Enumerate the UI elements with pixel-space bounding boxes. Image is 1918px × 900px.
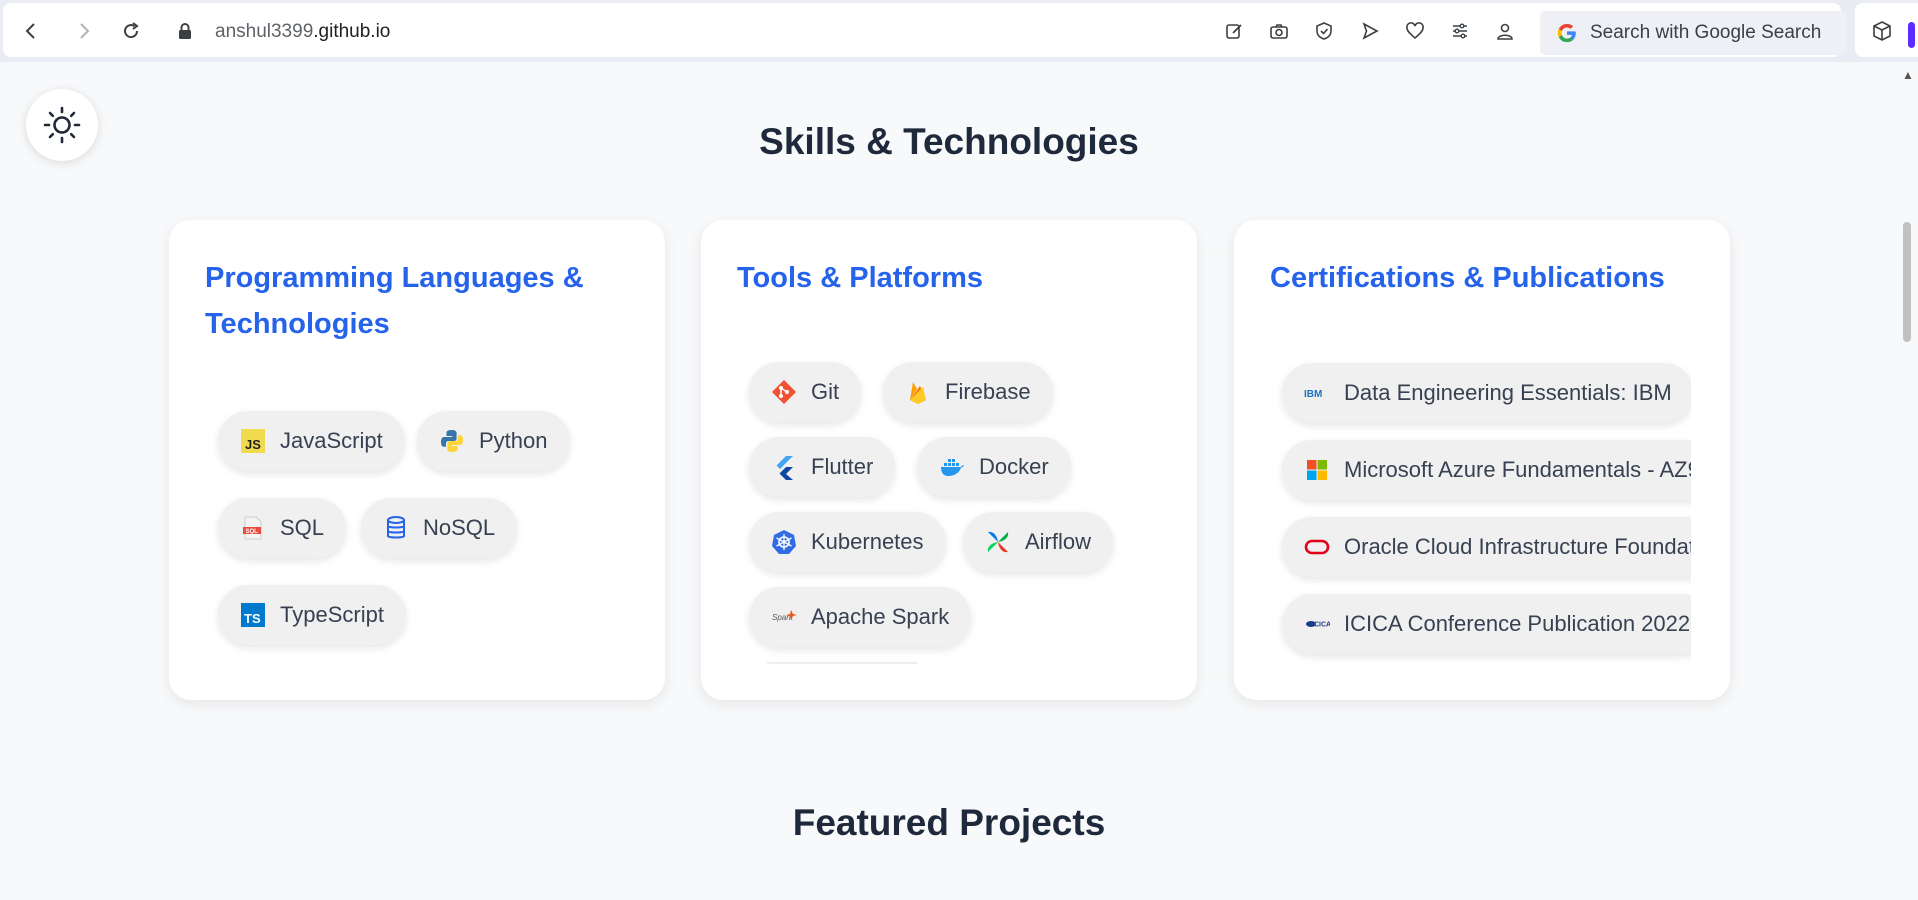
sql-icon: SQL [240, 515, 266, 541]
reload-button[interactable] [116, 16, 146, 46]
shield-check-icon [1316, 22, 1332, 40]
certs-card: Certifications & Publications IBM Data E… [1234, 220, 1730, 700]
scroll-up-arrow-icon[interactable]: ▲ [1902, 68, 1914, 82]
site-info-button[interactable] [170, 16, 200, 46]
cert-label: Microsoft Azure Fundamentals - AZ9 [1344, 457, 1691, 482]
skill-chip-nosql[interactable]: NoSQL [361, 498, 518, 558]
javascript-icon: JS [240, 428, 266, 454]
cert-chip-oracle[interactable]: Oracle Cloud Infrastructure Foundati [1282, 517, 1691, 577]
camera-icon [1270, 24, 1288, 39]
cert-chip-ibm[interactable]: IBM Data Engineering Essentials: IBM [1282, 363, 1691, 423]
python-icon [439, 428, 465, 454]
google-icon [1557, 23, 1576, 43]
heart-icon [1406, 22, 1424, 40]
favorite-button[interactable] [1400, 16, 1430, 46]
tools-card-title: Tools & Platforms [737, 262, 983, 294]
cert-label: Data Engineering Essentials: IBM [1344, 380, 1672, 405]
svg-text:SQL: SQL [246, 529, 259, 535]
shield-button[interactable] [1309, 16, 1339, 46]
cube-icon [1873, 21, 1891, 41]
projects-section-title: Featured Projects [792, 802, 1106, 843]
send-button[interactable] [1355, 16, 1385, 46]
tool-chip-apache-spark[interactable]: Spark Apache Spark [749, 587, 972, 647]
back-button[interactable] [16, 16, 46, 46]
skill-chip-python[interactable]: Python [417, 411, 570, 471]
database-icon [383, 515, 409, 541]
extension-indicator [1908, 22, 1915, 48]
play-send-icon [1362, 22, 1379, 40]
certs-scroll-area[interactable]: IBM Data Engineering Essentials: IBM Mic… [1234, 220, 1691, 700]
git-icon [771, 379, 797, 405]
url-subdomain: anshul3399 [215, 21, 314, 42]
flutter-icon [771, 454, 797, 480]
address-bar-container: anshul3399.github.io Search with Google … [3, 3, 1847, 57]
extension-panel[interactable] [1855, 3, 1918, 57]
cert-chip-microsoft-azure[interactable]: Microsoft Azure Fundamentals - AZ9 [1282, 440, 1691, 500]
page-scrollbar[interactable]: ▲ [1898, 62, 1918, 900]
edit-icon [1226, 24, 1242, 39]
user-icon [1497, 23, 1513, 40]
tool-chip-flutter[interactable]: Flutter [749, 437, 896, 497]
screenshot-button[interactable] [1264, 16, 1294, 46]
settings-button[interactable] [1445, 16, 1475, 46]
tool-label: Git [811, 379, 840, 404]
search-box[interactable]: Search with Google Search [1540, 11, 1847, 55]
svg-text:IBM: IBM [1304, 389, 1322, 400]
svg-text:ICICA: ICICA [1312, 622, 1330, 629]
reload-icon [124, 22, 139, 39]
cert-label: ICICA Conference Publication 2022 [1344, 611, 1691, 636]
forward-arrow-icon [80, 23, 90, 39]
tool-chip-kubernetes[interactable]: Kubernetes [749, 512, 946, 572]
tool-chip-firebase[interactable]: Firebase [883, 362, 1053, 422]
tools-card: Tools & Platforms Git Firebase Flutter D… [701, 220, 1197, 700]
typescript-icon: TS [240, 602, 266, 628]
forward-button[interactable] [69, 16, 99, 46]
skill-label: NoSQL [423, 515, 496, 540]
tool-chip-docker[interactable]: Docker [917, 437, 1071, 497]
search-placeholder: Search with Google Search [1590, 22, 1822, 43]
skill-chip-typescript[interactable]: TS TypeScript [218, 585, 406, 645]
firebase-icon [905, 379, 931, 405]
skill-label: Python [479, 428, 548, 453]
kubernetes-icon [771, 529, 797, 555]
scrollbar-thumb[interactable] [1903, 222, 1911, 342]
programming-card-title: Programming Languages & Technologies [205, 262, 584, 340]
programming-card: Programming Languages & Technologies JS … [169, 220, 665, 700]
tool-chip-airflow[interactable]: Airflow [963, 512, 1114, 572]
skill-label: SQL [280, 515, 325, 540]
icica-icon: ICICA [1304, 611, 1330, 637]
oracle-icon [1304, 534, 1330, 560]
spark-icon: Spark [771, 604, 797, 630]
lock-icon [179, 23, 191, 39]
microsoft-icon [1304, 457, 1330, 483]
tool-chip-git[interactable]: Git [749, 362, 862, 422]
skill-chip-sql[interactable]: SQL SQL [218, 498, 347, 558]
edit-button[interactable] [1219, 16, 1249, 46]
airflow-icon [985, 529, 1011, 555]
svg-text:JS: JS [245, 437, 261, 452]
url-host: .github.io [313, 21, 391, 42]
tool-label: Kubernetes [811, 529, 924, 554]
sliders-icon [1453, 23, 1467, 39]
tool-label: Flutter [811, 454, 874, 479]
skills-section-title: Skills & Technologies [759, 121, 1139, 162]
skill-chip-javascript[interactable]: JS JavaScript [218, 411, 405, 471]
url-text[interactable]: anshul3399.github.io [215, 21, 390, 43]
chip-overflow-edge [767, 662, 917, 664]
browser-toolbar: anshul3399.github.io Search with Google … [0, 0, 1918, 62]
tool-label: Apache Spark [811, 604, 950, 629]
back-arrow-icon [25, 23, 35, 39]
svg-text:TS: TS [244, 611, 261, 626]
cert-label: Oracle Cloud Infrastructure Foundati [1344, 534, 1691, 559]
skill-label: TypeScript [280, 602, 384, 627]
tool-label: Firebase [945, 379, 1031, 404]
tool-label: Airflow [1025, 529, 1092, 554]
tool-label: Docker [979, 454, 1049, 479]
skill-label: JavaScript [280, 428, 383, 453]
docker-icon [939, 454, 965, 480]
ibm-icon: IBM [1304, 380, 1330, 406]
profile-button[interactable] [1490, 16, 1520, 46]
cert-chip-icica[interactable]: ICICA ICICA Conference Publication 2022 [1282, 594, 1691, 654]
